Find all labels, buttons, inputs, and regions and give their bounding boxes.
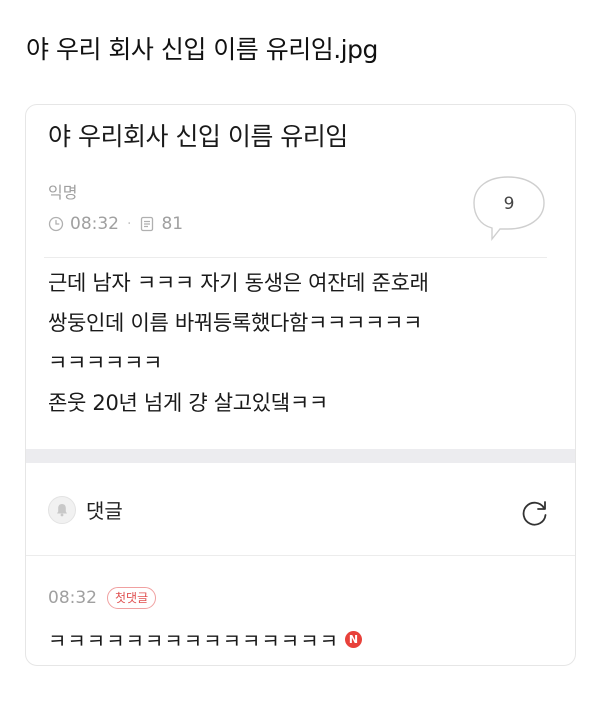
body-line: ㅋㅋㅋㅋㅋㅋ: [48, 351, 163, 375]
first-comment-badge: 첫댓글: [107, 587, 157, 609]
refresh-icon: [522, 501, 547, 526]
body-line: 근데 남자 ㅋㅋㅋ 자기 동생은 여잔데 준호래: [48, 271, 429, 295]
refresh-button[interactable]: [520, 498, 550, 528]
comment-time: 08:32: [48, 588, 97, 608]
comments-header: 댓글: [48, 495, 123, 524]
post-meta: 08:32 · 81: [48, 214, 183, 234]
post-author: 익명: [48, 183, 78, 202]
comment-text: ㅋㅋㅋㅋㅋㅋㅋㅋㅋㅋㅋㅋㅋㅋㅋ: [48, 629, 339, 653]
bell-icon[interactable]: [48, 495, 76, 524]
comments-label: 댓글: [86, 499, 123, 523]
comment-count: 9: [503, 194, 515, 214]
clock-icon: [48, 216, 64, 232]
post-time: 08:32: [70, 214, 119, 234]
post-title: 야 우리회사 신입 이름 유리임: [48, 122, 348, 151]
section-separator: [26, 449, 575, 463]
body-line: 쌍둥인데 이름 바꿔등록했다함ㅋㅋㅋㅋㅋㅋ: [48, 311, 423, 335]
comment-count-button[interactable]: 9: [470, 173, 550, 245]
post-body: 근데 남자 ㅋㅋㅋ 자기 동생은 여잔데 준호래 쌍둥인데 이름 바꿔등록했다함…: [48, 263, 429, 423]
new-badge: N: [345, 631, 362, 648]
meta-separator: ·: [127, 216, 132, 232]
page-title: 야 우리 회사 신입 이름 유리임.jpg: [26, 35, 378, 64]
post-card: 야 우리회사 신입 이름 유리임 익명 08:32 · 81 9 근데 남자 ㅋ…: [25, 104, 576, 666]
post-views: 81: [161, 214, 184, 234]
document-icon: [139, 216, 155, 232]
body-line: 존웃 20년 넘게 걍 살고있댘ㅋㅋ: [48, 391, 328, 415]
divider: [26, 555, 575, 556]
comment-item[interactable]: ㅋㅋㅋㅋㅋㅋㅋㅋㅋㅋㅋㅋㅋㅋㅋ N: [48, 625, 362, 654]
divider: [44, 257, 547, 258]
comment-meta: 08:32 첫댓글: [48, 587, 157, 609]
